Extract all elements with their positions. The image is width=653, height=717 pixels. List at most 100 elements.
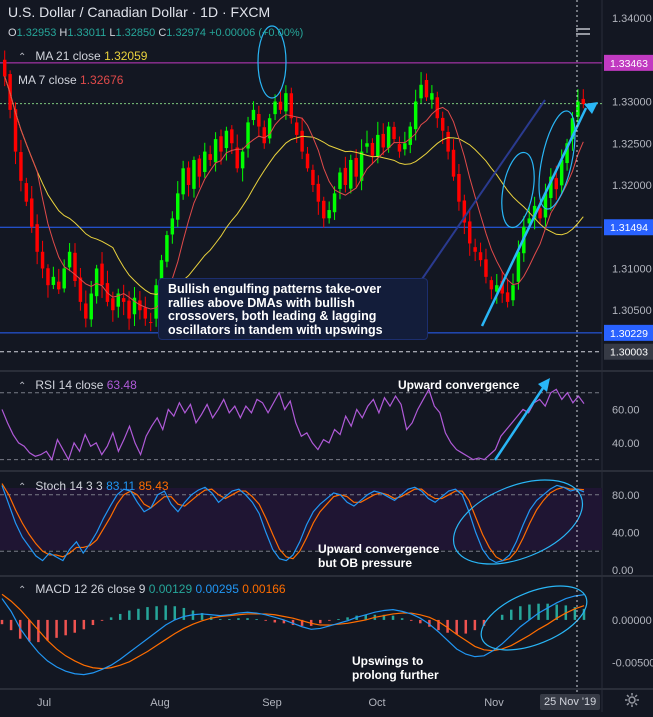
- candle-body: [240, 151, 245, 169]
- candle-body: [284, 93, 288, 112]
- candle-body: [430, 93, 434, 100]
- price-tick-label: 1.31000: [612, 263, 652, 275]
- symbol-title: U.S. Dollar / Canadian Dollar · 1D · FXC…: [8, 4, 271, 20]
- candle-body: [224, 130, 229, 149]
- gear-icon[interactable]: [624, 692, 640, 708]
- candle-body: [40, 251, 45, 269]
- candle-body: [457, 173, 461, 202]
- candle-body: [186, 167, 191, 185]
- candle-body: [165, 235, 169, 262]
- ma7-value: 1.32676: [80, 73, 124, 87]
- candle-body: [397, 144, 402, 152]
- candle-body: [127, 300, 131, 319]
- stoch-d-value: 85.43: [138, 479, 169, 493]
- rsi-trend-arrow-head: [538, 378, 550, 392]
- macd-legend[interactable]: ⌃ MACD 12 26 close 9 0.00129 0.00295 0.0…: [18, 582, 286, 596]
- rsi-label: RSI 14 close: [35, 378, 104, 392]
- candle-body: [100, 263, 104, 286]
- candle-body: [576, 101, 580, 117]
- ma7-label: MA 7 close: [18, 73, 77, 87]
- candle-body: [192, 159, 196, 189]
- chart-svg[interactable]: 1.34000 1.33000 1.32500 1.32000 1.31000 1.305…: [0, 0, 653, 712]
- ma7-legend[interactable]: MA 7 close 1.32676: [18, 73, 123, 87]
- chart-stage: 1.34000 1.33000 1.32500 1.32000 1.31000 1.305…: [0, 0, 653, 712]
- candle-body: [554, 178, 558, 190]
- pane-tick-label: 40.00: [612, 527, 640, 539]
- price-badge-label: 1.31494: [610, 222, 648, 234]
- candle-body: [489, 280, 494, 290]
- candle-body: [440, 117, 445, 131]
- candle-body: [57, 281, 61, 290]
- candle-body: [473, 247, 477, 252]
- stoch-label: Stoch 14 3 3: [35, 479, 103, 493]
- price-tick-label: 1.32000: [612, 180, 652, 192]
- candle-body: [403, 143, 407, 150]
- stoch-annotation: Upward convergence but OB pressure: [318, 542, 440, 570]
- ma21-legend[interactable]: ⌃ MA 21 close 1.32059: [18, 49, 147, 63]
- macd-line-value: 0.00295: [195, 582, 239, 596]
- candle-body: [516, 251, 521, 282]
- candle-body: [478, 252, 483, 261]
- rsi-annotation: Upward convergence: [398, 378, 520, 392]
- price-tick-label: 1.32500: [612, 138, 652, 150]
- candle-body: [349, 159, 353, 189]
- candle-body: [219, 136, 223, 152]
- channel-line: [419, 99, 546, 283]
- candle-body: [78, 277, 83, 302]
- candle-body: [2, 59, 7, 77]
- collapse-chevron-icon[interactable]: ⌃: [18, 482, 32, 493]
- collapse-chevron-icon[interactable]: ⌃: [18, 381, 32, 392]
- candle-body: [386, 126, 391, 148]
- candle-body: [121, 298, 126, 302]
- candle-body: [84, 303, 88, 319]
- menu-icon[interactable]: [576, 28, 590, 40]
- candle-body: [484, 259, 488, 277]
- high-value: 1.33011: [67, 27, 107, 39]
- time-tick-label: Nov: [484, 697, 504, 709]
- candle-body: [511, 285, 515, 301]
- candle-body: [19, 152, 23, 181]
- candle-body: [257, 113, 261, 127]
- callout-annotation: Bullish engulfing patterns take-over ral…: [158, 278, 428, 340]
- candle-body: [505, 292, 510, 302]
- candle-body: [322, 200, 326, 219]
- candle-body: [94, 268, 99, 297]
- candle-body: [24, 183, 29, 202]
- candle-body: [251, 109, 256, 120]
- stoch-legend[interactable]: ⌃ Stoch 14 3 3 83.11 85.43: [18, 479, 169, 493]
- time-tick-label: Oct: [368, 697, 385, 709]
- candle-body: [170, 218, 175, 235]
- candle-body: [73, 252, 77, 282]
- candle-body: [376, 134, 380, 157]
- price-tick-label: 1.34000: [612, 13, 652, 25]
- candle-body: [262, 127, 266, 144]
- time-tick-label: Jul: [37, 697, 51, 709]
- collapse-chevron-icon[interactable]: ⌃: [18, 52, 32, 63]
- time-tick-label: Aug: [150, 697, 170, 709]
- crosshair-date-badge: 25 Nov '19: [540, 694, 601, 710]
- open-value: 1.32953: [16, 27, 57, 39]
- price-badge-label: 1.30003: [610, 347, 648, 359]
- candle-body: [305, 153, 310, 169]
- collapse-chevron-icon[interactable]: ⌃: [18, 585, 32, 596]
- candle-body: [365, 143, 369, 147]
- trend-arrow-line: [480, 107, 588, 327]
- macd-signal-line: [1, 593, 585, 670]
- macd-label: MACD 12 26 close 9: [35, 582, 146, 596]
- candle-body: [89, 293, 93, 320]
- trend-arrow-head: [584, 102, 598, 114]
- candle-body: [230, 129, 234, 144]
- time-tick-label: Sep: [262, 697, 282, 709]
- macd-line: [1, 594, 585, 676]
- candle-body: [148, 322, 153, 324]
- candle-body: [413, 101, 418, 130]
- pane-tick-label: 40.00: [612, 438, 640, 450]
- macd-signal-value: 0.00166: [242, 582, 286, 596]
- candle-body: [278, 101, 283, 110]
- candle-body: [338, 172, 342, 189]
- stoch-band: [0, 488, 602, 550]
- candle-body: [51, 276, 56, 285]
- candle-body: [392, 126, 396, 140]
- rsi-legend[interactable]: ⌃ RSI 14 close 63.48: [18, 378, 137, 392]
- candle-body: [300, 130, 304, 152]
